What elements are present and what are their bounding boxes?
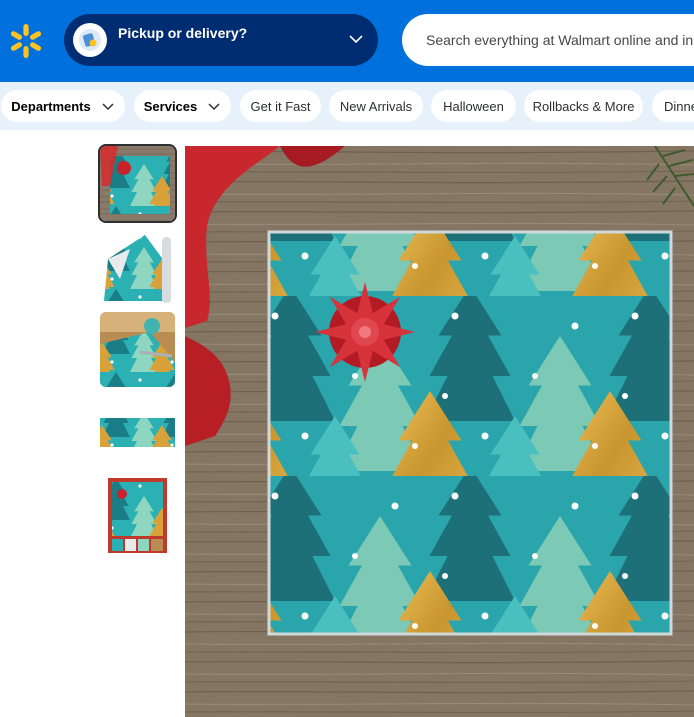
main-product-image[interactable]	[185, 146, 694, 717]
nav-get-it-fast[interactable]: Get it Fast	[240, 90, 321, 122]
crafting-thumbnail-image	[100, 312, 175, 387]
site-header: Pickup or delivery?	[0, 0, 694, 82]
thumbnail-wrapped-gift[interactable]	[98, 144, 177, 223]
departments-menu[interactable]: Departments	[1, 90, 125, 122]
nav-rollbacks[interactable]: Rollbacks & More	[524, 90, 643, 122]
thumbnail-crafting[interactable]	[100, 312, 175, 387]
delivery-icon	[73, 23, 107, 57]
pickup-label: Pickup or delivery?	[118, 25, 248, 41]
wrapped-gift-photo	[185, 146, 694, 717]
nav-dinner[interactable]: Dinner Made Easy	[652, 90, 694, 122]
paper-strip-thumbnail-image	[100, 395, 175, 470]
search-bar	[402, 14, 694, 66]
thumbnail-paper-roll[interactable]	[100, 229, 175, 304]
walmart-spark-logo[interactable]	[8, 23, 44, 59]
wrapped-gift-thumbnail-image	[100, 146, 175, 221]
collage-thumbnail-image	[100, 478, 175, 553]
thumbnail-paper-strip[interactable]	[100, 395, 175, 470]
nav-halloween[interactable]: Halloween	[431, 90, 516, 122]
departments-label: Departments	[11, 98, 91, 114]
paper-roll-thumbnail-image	[100, 229, 175, 304]
chevron-down-icon	[349, 35, 363, 44]
search-input[interactable]	[402, 14, 694, 66]
pickup-delivery-selector[interactable]: Pickup or delivery?	[64, 14, 378, 66]
nav-new-arrivals[interactable]: New Arrivals	[329, 90, 423, 122]
category-nav: Departments Services Get it Fast New Arr…	[0, 82, 694, 130]
thumbnail-collage[interactable]	[100, 478, 175, 553]
chevron-down-icon	[208, 103, 220, 111]
chevron-down-icon	[102, 103, 114, 111]
services-menu[interactable]: Services	[134, 90, 231, 122]
services-label: Services	[143, 98, 198, 114]
